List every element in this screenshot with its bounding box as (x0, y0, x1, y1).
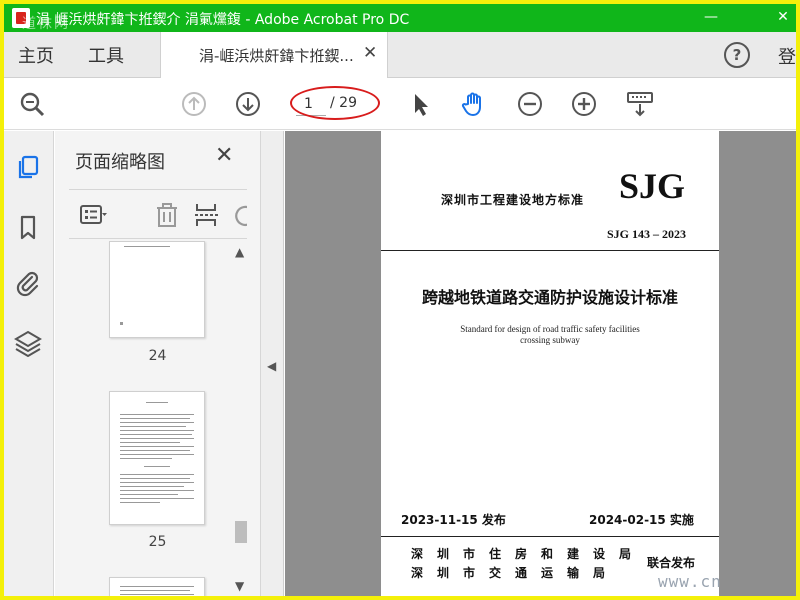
standard-brand-logo: SJG (619, 166, 686, 206)
page-divider (381, 536, 719, 537)
scrollbar-thumb[interactable] (235, 521, 247, 543)
thumbnail-options-icon[interactable] (79, 201, 107, 229)
red-highlight-ellipse (290, 86, 380, 120)
menu-home[interactable]: 主页 (18, 42, 54, 68)
document-view[interactable]: 深圳市工程建设地方标准 SJG SJG 143 – 2023 跨越地铁道路交通防… (285, 131, 796, 596)
watermark-text: 道袜网 (22, 16, 70, 32)
document-tab-close-icon[interactable]: ✕ (363, 43, 377, 63)
thumbnails-close-icon[interactable]: ✕ (215, 143, 233, 168)
issue-date: 2023-11-15 发布 (401, 513, 506, 527)
layers-icon[interactable] (14, 329, 42, 358)
document-title-en-line2: crossing subway (520, 335, 580, 345)
collapse-left-arrow-icon[interactable]: ◀ (267, 359, 276, 373)
document-title-en-line1: Standard for design of road traffic safe… (460, 324, 640, 334)
scroll-down-arrow-icon[interactable]: ▼ (235, 579, 244, 593)
insert-page-icon[interactable] (193, 201, 221, 229)
joint-issue-label: 联合发布 (647, 556, 696, 570)
acrobat-window: 涓 崕浜烘皯鍏卞拰鍥介 涓氭爣鍑 - Adobe Acrobat Pro DC … (4, 4, 796, 596)
issuing-org-line2: 深圳市交通运输局 (411, 566, 620, 580)
page-thumbnails-panel: 页面缩略图 ✕ 24 25 ▲ ▼ (55, 131, 260, 596)
title-bar: 涓 崕浜烘皯鍏卞拰鍥介 涓氭爣鍑 - Adobe Acrobat Pro DC … (4, 4, 796, 32)
site-watermark: www.cn (658, 572, 722, 591)
window-title: 涓 崕浜烘皯鍏卞拰鍥介 涓氭爣鍑 - Adobe Acrobat Pro DC (36, 12, 410, 28)
document-tab[interactable]: 涓‑崕浜烘皯鍏卞拰鍥... ✕ (160, 32, 388, 78)
next-page-icon[interactable] (234, 90, 262, 118)
document-tab-label: 涓‑崕浜烘皯鍏卞拰鍥... (199, 47, 354, 65)
thumbnail-toolbar (69, 189, 247, 239)
keyboard-scroll-icon[interactable] (626, 90, 654, 118)
standard-category-title: 深圳市工程建设地方标准 (441, 193, 585, 207)
close-window-button[interactable]: ✕ (760, 4, 796, 32)
panel-collapse-handle[interactable]: ◀ (260, 131, 284, 596)
issuing-org-line1: 深圳市住房和建设局 (411, 547, 646, 561)
thumbnail-page-24[interactable] (109, 241, 205, 338)
rotate-page-icon[interactable] (231, 201, 247, 229)
thumbnails-panel-title: 页面缩略图 (75, 152, 165, 173)
delete-page-icon[interactable] (153, 201, 181, 229)
navigation-rail (4, 131, 54, 596)
select-arrow-icon[interactable] (406, 90, 434, 118)
thumbnail-number: 25 (148, 534, 167, 550)
document-title-cn: 跨越地铁道路交通防护设施设计标准 (421, 288, 678, 307)
help-button[interactable]: ? (724, 42, 750, 68)
scroll-up-arrow-icon[interactable]: ▲ (235, 245, 244, 259)
minimize-button[interactable]: — (688, 4, 734, 32)
hand-tool-icon[interactable] (460, 90, 488, 118)
toolbar: / 29 (4, 78, 796, 130)
attachment-paperclip-icon[interactable] (14, 269, 42, 297)
thumbnail-number: 24 (148, 348, 167, 364)
previous-page-icon[interactable] (180, 90, 208, 118)
thumbnail-page-26[interactable] (109, 577, 205, 596)
zoom-out-icon[interactable] (516, 90, 544, 118)
page-divider (381, 250, 719, 251)
thumbnail-page-25[interactable] (109, 391, 205, 525)
thumbnail-list[interactable]: 24 25 ▲ ▼ (55, 241, 260, 596)
menu-tools[interactable]: 工具 (88, 42, 124, 68)
implementation-date: 2024-02-15 实施 (589, 513, 694, 527)
zoom-search-icon[interactable] (18, 90, 46, 118)
document-page: 深圳市工程建设地方标准 SJG SJG 143 – 2023 跨越地铁道路交通防… (381, 131, 719, 596)
menu-bar: 主页 工具 涓‑崕浜烘皯鍏卞拰鍥... ✕ ? 登 (4, 32, 796, 78)
zoom-in-icon[interactable] (570, 90, 598, 118)
page-thumbnails-icon[interactable] (14, 153, 42, 181)
login-link[interactable]: 登 (778, 43, 796, 69)
standard-code: SJG 143 – 2023 (607, 227, 687, 241)
bookmark-icon[interactable] (14, 213, 42, 241)
